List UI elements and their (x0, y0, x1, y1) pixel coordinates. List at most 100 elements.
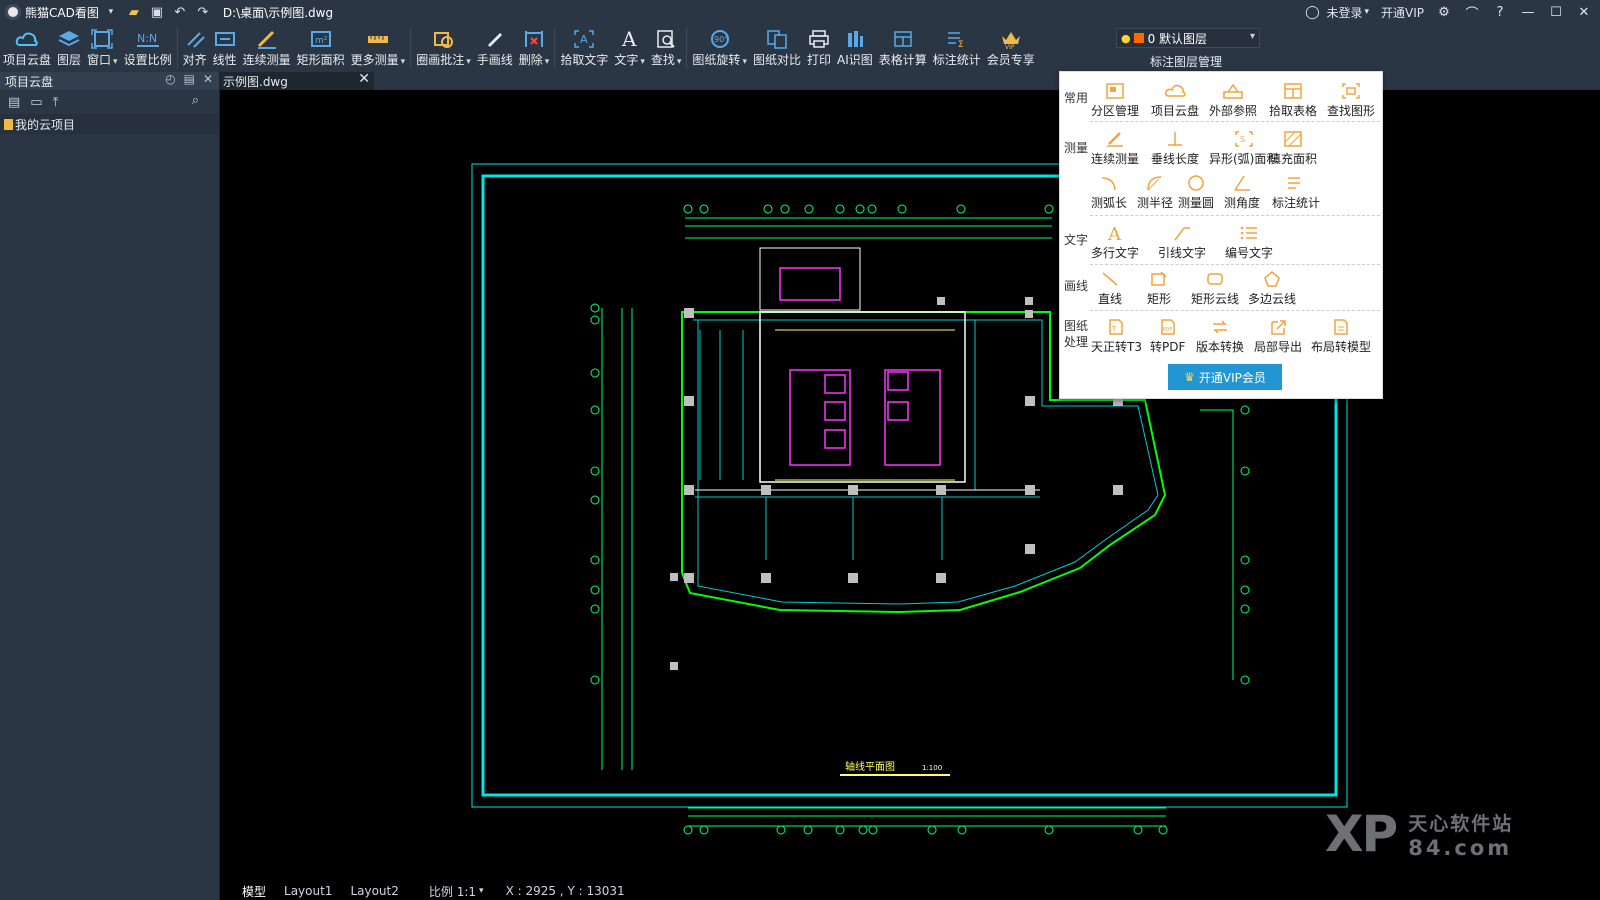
bottom-dimension-lines (688, 807, 1166, 827)
save-icon[interactable]: ▣ (147, 2, 167, 22)
close-icon[interactable]: ✕ (1576, 4, 1592, 20)
menu-item-partial-export[interactable]: 局部导出 (1254, 316, 1302, 355)
ribbon-print-button[interactable]: 打印 (804, 24, 834, 72)
menu-item-fill-area[interactable]: 填充面积 (1269, 128, 1317, 167)
layer-manager-button[interactable]: 标注图层管理 (1150, 53, 1222, 70)
settings-gear-icon[interactable]: ⚙ (1436, 4, 1452, 20)
menu-item-to-pdf[interactable]: PDF 转PDF (1150, 316, 1185, 355)
menu-item-tangent-t3[interactable]: T 天正转T3 (1091, 316, 1142, 355)
menu-item-rectangle[interactable]: 矩形 (1147, 268, 1171, 307)
user-icon[interactable]: ◯ (1304, 4, 1320, 20)
help-icon[interactable]: ? (1492, 4, 1508, 20)
menu-item-irregular-area[interactable]: S 异形(弧)面积 (1209, 128, 1278, 167)
open-folder-icon[interactable]: ▰ (124, 2, 144, 22)
new-folder-icon[interactable]: ▭ (30, 95, 42, 110)
upload-icon[interactable]: ⤒ (53, 95, 59, 110)
ribbon-separator (176, 27, 178, 69)
layer-select[interactable]: ● 0 默认图层 ▾ (1116, 28, 1260, 48)
menu-item-rect-cloud[interactable]: 矩形云线 (1191, 268, 1239, 307)
open-vip-link[interactable]: 开通VIP (1381, 4, 1424, 21)
rect-cloud-icon (1207, 273, 1223, 285)
ribbon-compare-button[interactable]: 图纸对比 (750, 24, 804, 72)
tree-item-my-cloud-project[interactable]: 我的云项目 (0, 114, 219, 134)
ribbon-delete-button[interactable]: 删除 ▾ (516, 24, 553, 72)
menu-category-draw: 画线 (1064, 279, 1089, 293)
ribbon-vip-button[interactable]: VIP 会员专享 (984, 24, 1038, 72)
title-bar: 熊猫CAD看图 ▾ ▰ ▣ ↶ ↷ D:\桌面\示例图.dwg ◯ 未登录 ▾ … (0, 0, 1600, 24)
scale-chevron-icon[interactable]: ▾ (479, 886, 484, 896)
ribbon-rotate-button[interactable]: 90° 图纸旋转 ▾ (689, 24, 750, 72)
panel-search-icon[interactable]: ⌕ (192, 93, 199, 108)
new-project-icon[interactable]: ▤ (8, 95, 20, 110)
ribbon-freehand-button[interactable]: 手画线 (474, 24, 516, 72)
menu-item-polygon-cloud[interactable]: 多边云线 (1248, 268, 1296, 307)
layout-tab-model[interactable]: 模型 (238, 883, 270, 900)
menu-item-zone-manage[interactable]: 分区管理 (1091, 80, 1139, 119)
ribbon-continuous-measure-button[interactable]: 连续测量 (240, 24, 294, 72)
ribbon-set-scale-button[interactable]: N:N 设置比例 (121, 24, 175, 72)
annotate-icon (434, 32, 454, 48)
top-axis-bubbles (683, 204, 1054, 214)
drawing-title: 轴线平面图 (845, 760, 895, 773)
layout-tab-layout2[interactable]: Layout2 (346, 884, 402, 898)
svg-text:S: S (1240, 135, 1245, 144)
ribbon-annotate-button[interactable]: 圈画批注 ▾ (413, 24, 474, 72)
panel-title: 项目云盘 (5, 74, 54, 89)
undo-icon[interactable]: ↶ (170, 2, 190, 22)
panel-trash-icon[interactable]: ▤ (184, 72, 195, 86)
panel-close-icon[interactable]: ✕ (203, 72, 213, 86)
menu-item-radius[interactable]: 测半径 (1137, 172, 1173, 211)
tab-close-icon[interactable]: ✕ (358, 71, 370, 87)
panel-refresh-icon[interactable]: ◴ (165, 72, 175, 86)
svg-text:T: T (1111, 325, 1117, 333)
layout-tab-layout1[interactable]: Layout1 (280, 884, 336, 898)
menu-item-line[interactable]: 直线 (1098, 268, 1122, 307)
menu-item-version-convert[interactable]: 版本转换 (1196, 316, 1244, 355)
menu-item-arc-length[interactable]: 测弧长 (1091, 172, 1127, 211)
ribbon-more-measure-button[interactable]: 更多测量 ▾ (348, 24, 409, 72)
ribbon-find-button[interactable]: 查找 ▾ (648, 24, 685, 72)
ribbon-rect-area-button[interactable]: m² 矩形面积 (294, 24, 348, 72)
menu-item-dim-stats[interactable]: 标注统计 (1272, 172, 1320, 211)
menu-item-find-shape[interactable]: 查找图形 (1327, 80, 1375, 119)
app-menu-chevron-icon[interactable]: ▾ (101, 2, 121, 22)
login-button[interactable]: 未登录 (1326, 4, 1362, 21)
menu-item-pick-table[interactable]: 拾取表格 (1269, 80, 1317, 119)
menu-item-numbered-text[interactable]: 编号文字 (1225, 222, 1273, 261)
app-name[interactable]: 熊猫CAD看图 (25, 4, 99, 21)
ribbon-ai-recognize-button[interactable]: AI识图 (834, 24, 876, 72)
redo-icon[interactable]: ↷ (193, 2, 213, 22)
menu-item-project-cloud[interactable]: 项目云盘 (1151, 80, 1199, 119)
support-headset-icon[interactable]: ⌒ (1464, 4, 1480, 22)
ribbon-align-button[interactable]: 对齐 (180, 24, 210, 72)
menu-item-measure-circle[interactable]: 测量圆 (1178, 172, 1214, 211)
menu-item-leader-text[interactable]: 引线文字 (1158, 222, 1206, 261)
ribbon-linear-button[interactable]: 线性 (210, 24, 240, 72)
tab-example-dwg[interactable]: 示例图.dwg ✕ (220, 71, 374, 90)
ribbon-window-button[interactable]: 窗口 ▾ (84, 24, 121, 72)
menu-item-layout-to-model[interactable]: 布局转模型 (1311, 316, 1371, 355)
open-vip-member-button[interactable]: ♛ 开通VIP会员 (1168, 364, 1282, 390)
ribbon-layers-button[interactable]: 图层 (54, 24, 84, 72)
scale-select[interactable]: 比例 1:1 (429, 883, 476, 900)
folder-icon (4, 118, 13, 130)
menu-item-perpendicular-length[interactable]: 垂线长度 (1151, 128, 1199, 167)
menu-item-external-ref[interactable]: 外部参照 (1209, 80, 1257, 119)
ribbon-table-calc-button[interactable]: 表格计算 (876, 24, 930, 72)
login-chevron-icon[interactable]: ▾ (1364, 7, 1369, 17)
menu-item-continuous-measure[interactable]: 连续测量 (1091, 128, 1139, 167)
cad-drawing[interactable]: 轴线平面图 1:100 (220, 90, 1600, 882)
linear-measure-icon (214, 32, 235, 46)
ribbon-dim-stats-button[interactable]: Σ 标注统计 (930, 24, 984, 72)
structural-columns (670, 297, 1123, 670)
ribbon-cloud-drive-button[interactable]: 项目云盘 (0, 24, 54, 72)
ribbon-text-button[interactable]: A 文字 ▾ (611, 24, 648, 72)
menu-item-measure-angle[interactable]: 测角度 (1224, 172, 1260, 211)
perpendicular-icon (1168, 132, 1182, 146)
minimize-icon[interactable]: — (1520, 4, 1536, 20)
ribbon-pick-text-button[interactable]: A 拾取文字 (557, 24, 611, 72)
document-tab-bar: 示例图.dwg ✕ (220, 71, 1600, 90)
drawing-canvas[interactable]: 轴线平面图 1:100 (220, 90, 1600, 882)
menu-item-multiline-text[interactable]: A 多行文字 (1091, 222, 1139, 261)
maximize-icon[interactable]: ☐ (1548, 4, 1564, 20)
